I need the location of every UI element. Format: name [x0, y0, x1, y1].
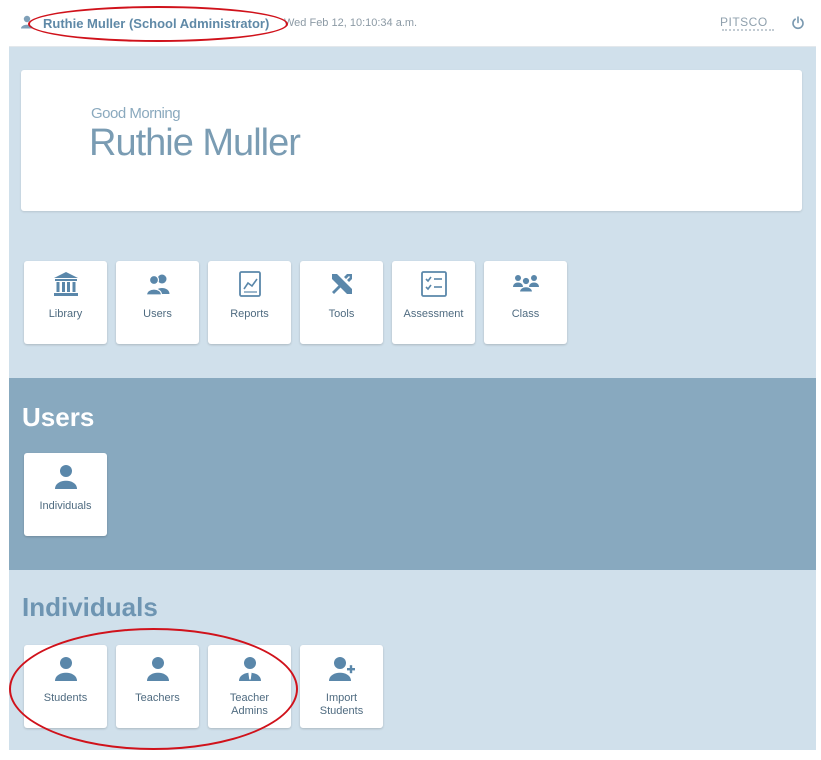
teachers-label: Teachers: [135, 692, 180, 704]
assessment-label: Assessment: [403, 308, 464, 320]
top-bar: Ruthie Muller (School Administrator) Wed…: [9, 0, 816, 47]
assessment-icon: [420, 271, 447, 297]
person-add-icon: [328, 657, 355, 681]
class-tile[interactable]: Class: [484, 261, 567, 344]
library-tile[interactable]: Library: [24, 261, 107, 344]
import-students-tile[interactable]: Import Students: [300, 645, 383, 728]
person-icon: [54, 657, 77, 681]
individuals-label: Individuals: [39, 500, 92, 512]
individuals-section-title: Individuals: [22, 592, 158, 622]
greeting-card: Good Morning Ruthie Muller: [21, 70, 802, 211]
individuals-tiles: Students Teachers Teacher Admins Import …: [24, 645, 383, 728]
teachers-tile[interactable]: Teachers: [116, 645, 199, 728]
students-tile[interactable]: Students: [24, 645, 107, 728]
library-label: Library: [48, 308, 83, 320]
users-label: Users: [143, 308, 172, 320]
users-section: Users Individuals: [9, 378, 816, 570]
person-tie-icon: [238, 657, 261, 681]
import-students-label: Import Students: [319, 692, 364, 717]
library-icon: [53, 272, 78, 296]
reports-label: Reports: [230, 308, 269, 320]
user-name[interactable]: Ruthie Muller (School Administrator): [43, 16, 269, 31]
individuals-tile[interactable]: Individuals: [24, 453, 107, 536]
users-section-title: Users: [22, 402, 95, 432]
tools-icon: [331, 274, 352, 294]
greeting-salutation: Good Morning: [91, 105, 181, 122]
person-icon: [146, 657, 169, 681]
reports-tile[interactable]: Reports: [208, 261, 291, 344]
nav-tiles: Library Users Reports Tools Assessment C…: [24, 261, 567, 344]
students-label: Students: [43, 692, 88, 704]
brand-logo: PITSCO: [720, 15, 768, 29]
users-icon: [145, 274, 169, 296]
brand-underline: [722, 29, 774, 33]
datetime: Wed Feb 12, 10:10:34 a.m.: [284, 17, 418, 29]
users-tile[interactable]: Users: [116, 261, 199, 344]
main-content: Good Morning Ruthie Muller Library Users…: [9, 47, 816, 750]
user-icon: [21, 15, 33, 29]
class-icon: [512, 275, 539, 293]
greeting-name: Ruthie Muller: [89, 122, 301, 164]
assessment-tile[interactable]: Assessment: [392, 261, 475, 344]
tools-tile[interactable]: Tools: [300, 261, 383, 344]
person-icon: [54, 465, 77, 489]
class-label: Class: [511, 308, 540, 320]
tools-label: Tools: [328, 308, 355, 320]
power-icon[interactable]: [791, 16, 805, 30]
reports-icon: [238, 271, 261, 297]
teacher-admins-label: Teacher Admins: [229, 692, 270, 717]
teacher-admins-tile[interactable]: Teacher Admins: [208, 645, 291, 728]
